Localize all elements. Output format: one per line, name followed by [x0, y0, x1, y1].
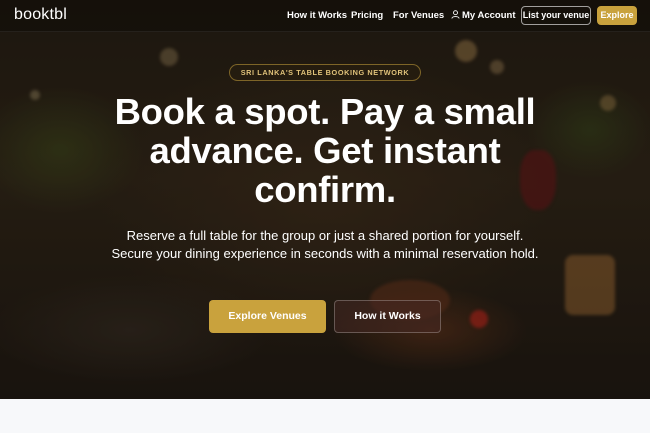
user-icon [451, 10, 460, 19]
next-section [0, 399, 650, 433]
nav-link-pricing[interactable]: Pricing [351, 10, 383, 21]
tagline-badge: SRI LANKA'S TABLE BOOKING NETWORK [229, 64, 421, 81]
explore-button[interactable]: Explore [597, 6, 637, 25]
my-account-label: My Account [462, 10, 516, 21]
how-it-works-button[interactable]: How it Works [334, 300, 441, 333]
list-venue-button[interactable]: List your venue [521, 6, 591, 25]
nav-link-my-account[interactable]: My Account [451, 10, 515, 21]
hero-subtext: Reserve a full table for the group or ju… [111, 228, 539, 261]
hero-headline: Book a spot. Pay a small advance. Get in… [114, 91, 536, 210]
explore-venues-button[interactable]: Explore Venues [209, 300, 326, 333]
hero-section: booktbl How it Works Pricing For Venues … [0, 0, 650, 399]
top-navbar: booktbl How it Works Pricing For Venues … [0, 0, 650, 32]
brand-logo[interactable]: booktbl [14, 6, 67, 24]
nav-link-how-it-works[interactable]: How it Works [287, 10, 347, 21]
nav-link-for-venues[interactable]: For Venues [393, 10, 444, 21]
